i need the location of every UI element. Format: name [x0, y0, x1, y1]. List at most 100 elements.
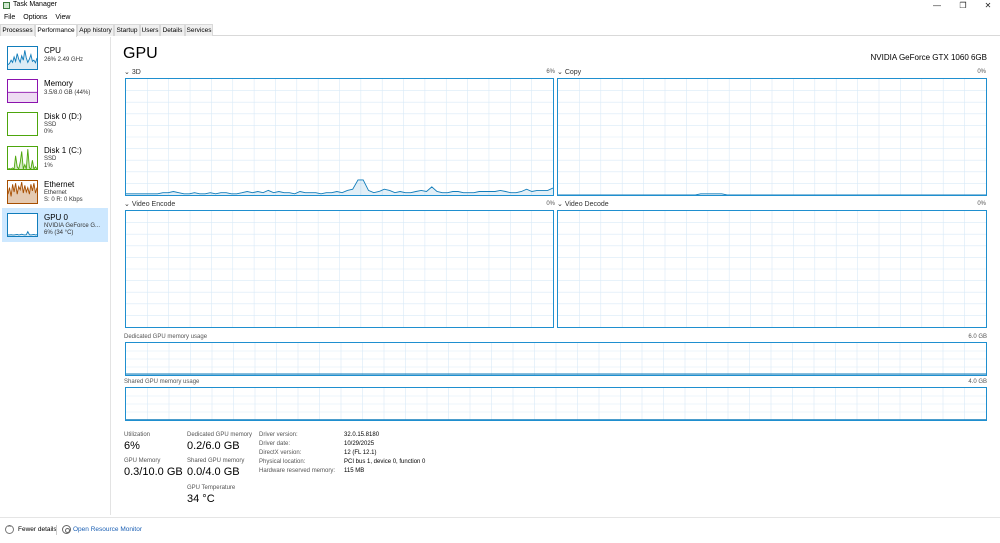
page-title: GPU [123, 45, 158, 62]
sidebar-cpu-usage: 26% 2.49 GHz [44, 57, 84, 63]
sidebar-disk0-type: SSD [44, 122, 57, 128]
sidebar-disk1-type: SSD [44, 156, 57, 162]
graph-encode-pct: 0% [546, 201, 555, 207]
disk0-thumbnail [7, 112, 38, 136]
shared-gpu-memory-value: 0.0/4.0 GB [187, 466, 240, 478]
info-key-hardware-reserved: Hardware reserved memory: [259, 468, 336, 474]
disk1-thumbnail [7, 146, 38, 170]
resource-monitor-icon[interactable] [62, 525, 71, 534]
gpu0-thumbnail [7, 213, 38, 237]
graph-3d-pct: 6% [546, 69, 555, 75]
sidebar-cpu-name: CPU [44, 46, 61, 55]
sidebar-item-memory[interactable]: Memory 3.5/8.0 GB (44%) [2, 74, 108, 108]
info-key-directx-version: DirectX version: [259, 450, 302, 456]
info-key-physical-location: Physical location: [259, 459, 306, 465]
gpu-memory-value: 0.3/10.0 GB [124, 466, 183, 478]
sidebar-ethernet-throughput: S: 0 R: 0 Kbps [44, 197, 83, 203]
graph-copy-pct: 0% [977, 69, 986, 75]
gpu-adapter-name: NVIDIA GeForce GTX 1060 6GB [870, 53, 988, 62]
graph-copy-label[interactable]: ⌄ Copy [557, 68, 581, 76]
graph-3d [125, 78, 554, 196]
tab-users[interactable]: Users [140, 24, 160, 36]
menu-options[interactable]: Options [19, 12, 51, 23]
graph-decode-pct: 0% [977, 201, 986, 207]
utilization-value: 6% [124, 440, 140, 452]
info-key-driver-version: Driver version: [259, 432, 298, 438]
graph-video-encode [125, 210, 554, 328]
sidebar-disk1-name: Disk 1 (C:) [44, 146, 82, 155]
gpu-memory-label: GPU Memory [124, 458, 161, 464]
graph-decode-label-text: Video Decode [564, 201, 609, 208]
dedicated-gpu-memory-label: Dedicated GPU memory [187, 432, 253, 438]
graph-decode-label[interactable]: ⌄ Video Decode [557, 200, 609, 208]
graph-video-decode [557, 210, 987, 328]
dedicated-gpu-memory-value: 0.2/6.0 GB [187, 440, 240, 452]
graph-3d-label-text: 3D [131, 69, 141, 76]
chevron-up-icon[interactable]: ⌃ [5, 525, 14, 534]
shared-memory-max: 4.0 GB [968, 379, 987, 385]
menu-file[interactable]: File [0, 12, 19, 23]
menu-bar: File Options View [0, 12, 74, 23]
open-resource-monitor-link[interactable]: Open Resource Monitor [73, 526, 142, 533]
tab-details[interactable]: Details [160, 24, 185, 36]
memory-thumbnail [7, 79, 38, 103]
sidebar-ethernet-adapter: Ethernet [44, 190, 67, 196]
info-value-driver-date: 10/29/2025 [344, 441, 375, 447]
title-bar: Task Manager — ❐ ✕ [0, 0, 1000, 12]
ethernet-thumbnail [7, 180, 38, 204]
gpu-temperature-label: GPU Temperature [187, 485, 236, 491]
graph-3d-label[interactable]: ⌄ 3D [124, 68, 141, 76]
minimize-button[interactable]: — [924, 0, 950, 11]
info-key-driver-date: Driver date: [259, 441, 291, 447]
gpu-performance-panel: GPU NVIDIA GeForce GTX 1060 6GB ⌄ 3D 6% … [113, 37, 1000, 515]
sidebar-gpu0-name: GPU 0 [44, 213, 69, 222]
dedicated-memory-max: 6.0 GB [968, 334, 987, 340]
shared-memory-graph [125, 387, 987, 421]
info-value-hardware-reserved: 115 MB [344, 468, 365, 474]
sidebar-ethernet-name: Ethernet [44, 180, 75, 189]
close-button[interactable]: ✕ [975, 0, 1000, 11]
footer-divider [56, 525, 57, 535]
thumb-mem-area [8, 92, 37, 102]
window-title: Task Manager [13, 1, 57, 8]
info-value-physical-location: PCI bus 1, device 0, function 0 [344, 459, 426, 465]
sidebar-item-cpu[interactable]: CPU 26% 2.49 GHz [2, 41, 108, 75]
cpu-thumbnail [7, 46, 38, 70]
sidebar-item-ethernet[interactable]: Ethernet Ethernet S: 0 R: 0 Kbps [2, 175, 108, 209]
sidebar-item-disk1[interactable]: Disk 1 (C:) SSD 1% [2, 141, 108, 175]
resource-sidebar: CPU 26% 2.49 GHz Memory 3.5/8.0 GB (44%)… [0, 37, 111, 515]
tab-bar: Processes Performance App history Startu… [0, 23, 1000, 37]
utilization-label: Utilization [124, 432, 151, 438]
info-value-driver-version: 32.0.15.8180 [344, 432, 380, 438]
sidebar-gpu0-usage: 6% (34 °C) [44, 230, 74, 236]
sidebar-memory-usage: 3.5/8.0 GB (44%) [44, 90, 91, 96]
graph-copy [557, 78, 987, 196]
menu-view[interactable]: View [51, 12, 74, 23]
shared-memory-label: Shared GPU memory usage [124, 379, 200, 385]
dedicated-memory-label: Dedicated GPU memory usage [124, 334, 208, 340]
fewer-details-link[interactable]: Fewer details [18, 526, 57, 533]
thumb-cpu-area [8, 50, 37, 69]
task-manager-icon [3, 2, 10, 9]
sidebar-item-gpu0[interactable]: GPU 0 NVIDIA GeForce G... 6% (34 °C) [2, 208, 108, 242]
sidebar-gpu0-model: NVIDIA GeForce G... [44, 223, 101, 229]
tab-app-history[interactable]: App history [77, 24, 114, 36]
tab-startup[interactable]: Startup [114, 24, 140, 36]
gpu-temperature-value: 34 °C [187, 493, 215, 505]
thumb-gpu-line [8, 230, 37, 236]
sidebar-disk1-usage: 1% [44, 163, 53, 169]
tab-performance[interactable]: Performance [35, 24, 77, 37]
dedicated-memory-graph [125, 342, 987, 376]
tab-services[interactable]: Services [185, 24, 213, 36]
tab-processes[interactable]: Processes [0, 24, 35, 36]
sidebar-disk0-name: Disk 0 (D:) [44, 112, 82, 121]
graph-copy-label-text: Copy [564, 69, 582, 76]
graph-encode-label-text: Video Encode [131, 201, 176, 208]
sidebar-memory-name: Memory [44, 79, 73, 88]
maximize-button[interactable]: ❐ [950, 0, 976, 11]
sidebar-disk0-usage: 0% [44, 129, 53, 135]
shared-gpu-memory-label: Shared GPU memory [187, 458, 245, 464]
sidebar-item-disk0[interactable]: Disk 0 (D:) SSD 0% [2, 107, 108, 141]
graph-encode-label[interactable]: ⌄ Video Encode [124, 200, 175, 208]
info-value-directx-version: 12 (FL 12.1) [344, 450, 377, 456]
